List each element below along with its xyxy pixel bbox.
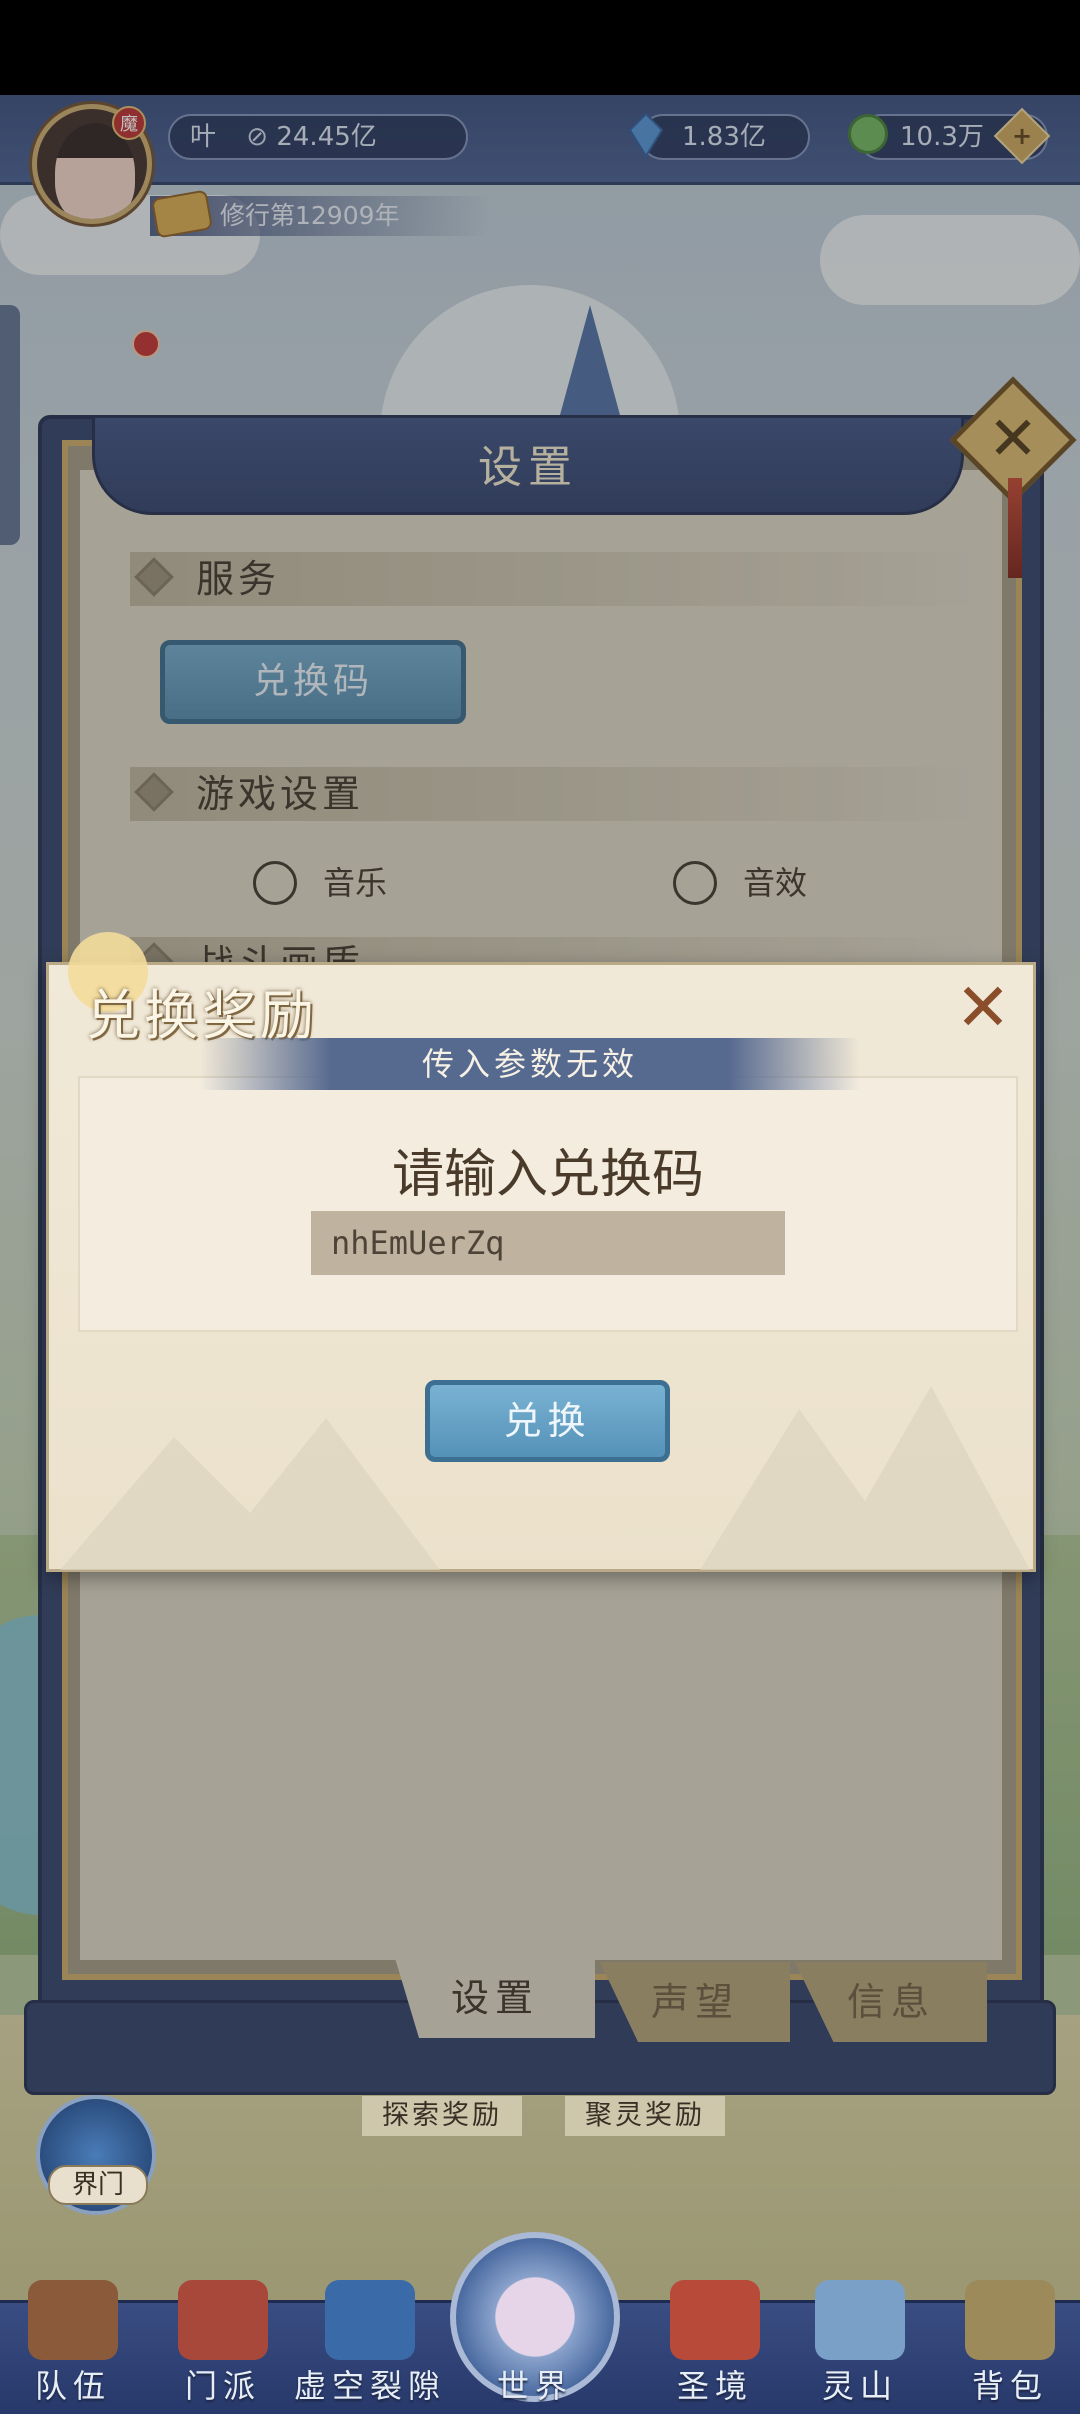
nav-team[interactable]: 队伍 <box>0 2280 146 2414</box>
spirit-mountain-icon <box>815 2280 905 2360</box>
nav-void-rift[interactable]: 虚空裂隙 <box>290 2280 450 2414</box>
nav-label: 灵山 <box>821 2367 898 2405</box>
nav-bag[interactable]: 背包 <box>940 2280 1080 2414</box>
nav-sect[interactable]: 门派 <box>150 2280 296 2414</box>
explore-reward[interactable]: 探索奖励 <box>362 2096 522 2136</box>
nav-label: 背包 <box>971 2367 1048 2405</box>
nav-world[interactable]: 世界 <box>460 2280 610 2414</box>
nav-label: 门派 <box>184 2367 261 2405</box>
team-icon <box>28 2280 118 2360</box>
redeem-code-input[interactable] <box>311 1211 785 1275</box>
bag-icon <box>965 2280 1055 2360</box>
sect-icon <box>178 2280 268 2360</box>
dialog-close-button[interactable]: ✕ <box>948 975 1018 1045</box>
void-rift-icon <box>325 2280 415 2360</box>
status-bar-area <box>0 0 1080 95</box>
nav-label: 虚空裂隙 <box>293 2367 446 2405</box>
gate-label: 界门 <box>48 2165 148 2205</box>
nav-spirit-mountain[interactable]: 灵山 <box>790 2280 930 2414</box>
nav-label: 圣境 <box>676 2367 753 2405</box>
nav-holy-land[interactable]: 圣境 <box>640 2280 790 2414</box>
nav-label: 世界 <box>496 2367 573 2405</box>
nav-label: 队伍 <box>34 2367 111 2405</box>
code-prompt: 请输入兑换码 <box>391 1145 704 1205</box>
error-message: 传入参数无效 <box>200 1038 860 1090</box>
holy-land-icon <box>670 2280 760 2360</box>
redeem-submit-button[interactable]: 兑换 <box>425 1380 670 1462</box>
gather-reward[interactable]: 聚灵奖励 <box>565 2096 725 2136</box>
